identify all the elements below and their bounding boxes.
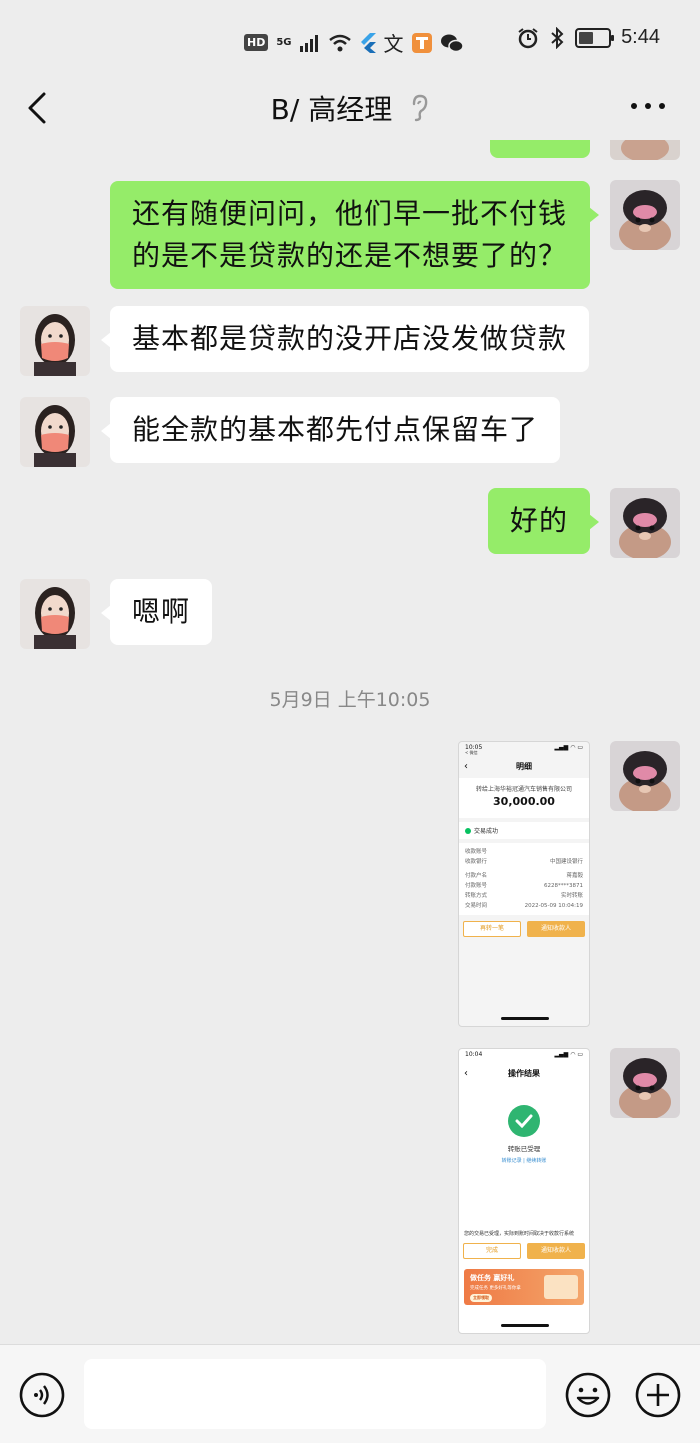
message-text: 嗯啊 xyxy=(132,595,191,628)
thumb-result: 转账已受理 xyxy=(507,1145,541,1153)
chat-header: B/ 高经理 xyxy=(0,78,700,140)
chat-area[interactable]: 还有随便问问，他们早一批不付钱 的是不是贷款的还是不想要了的？ 基本都是贷款的没… xyxy=(0,140,700,1344)
chat-title: B/ 高经理 xyxy=(270,93,393,126)
thumb-done-button: 完成 xyxy=(463,1243,521,1259)
row-label: 付款账号 xyxy=(465,883,488,889)
message-text: 还有随便问问，他们早一批不付钱 xyxy=(132,197,568,230)
thumb-result-links: 转账记录 | 继续转账 xyxy=(501,1158,547,1164)
row-label: 转账方式 xyxy=(465,893,488,899)
thumb-amount-card: 转给上海华裕冠通汽车销售有限公司 30,000.00 xyxy=(459,778,589,818)
thumb-row: 交易时间 2022-05-09 10:04:19 xyxy=(465,901,583,911)
wifi-icon xyxy=(328,34,351,51)
row-value: 6228****3871 xyxy=(544,883,583,889)
ear-icon xyxy=(413,94,428,122)
thumb-payee: 转给上海华裕冠通汽车销售有限公司 xyxy=(475,786,572,793)
thumb-notify-button: 通知收款人 xyxy=(527,921,585,937)
my-avatar[interactable] xyxy=(610,488,680,558)
message-bubble-me[interactable]: 还有随便问问，他们早一批不付钱 的是不是贷款的还是不想要了的？ xyxy=(110,181,599,289)
thumb-promo-banner: 做任务 赢好礼 完成任务 更多好礼等你拿 立即领取 xyxy=(464,1269,584,1305)
thumb-status-icons: ▂▄▆ ◠ ▭ xyxy=(554,1051,583,1058)
thumb-row: 付款账号 6228****3871 xyxy=(465,881,583,891)
thumb-note: 您的交易已受理，实际到账时间取决于收款行系统 xyxy=(464,1231,575,1237)
thumb-title: 明细 xyxy=(516,762,532,771)
message-input[interactable] xyxy=(84,1359,546,1429)
success-dot-icon xyxy=(465,827,471,834)
row-value: 2022-05-09 10:04:19 xyxy=(524,903,583,909)
success-check-icon xyxy=(508,1105,540,1137)
thumb-details: 收款账号 收款银行 中国建设银行 付款户名 蒋嘉毅 付款账号 6228****3871… xyxy=(459,843,589,915)
flutter-icon xyxy=(360,32,376,53)
hd-badge: HD xyxy=(244,34,269,51)
banner-button: 立即领取 xyxy=(470,1294,492,1302)
row-label: 收款银行 xyxy=(465,859,488,865)
wechat-icon xyxy=(440,34,464,52)
network-type: 5G xyxy=(276,36,292,48)
thumb-transfer-again-button: 再转一笔 xyxy=(463,921,521,937)
translate-icon: 文 xyxy=(383,32,404,56)
message-bubble-them[interactable]: 嗯啊 xyxy=(100,579,213,645)
thumb-header: ‹ 明细 xyxy=(459,756,589,778)
thumb-header: ‹ 操作结果 xyxy=(459,1063,589,1085)
message-text: 的是不是贷款的还是不想要了的？ xyxy=(132,239,568,272)
thumb-success-row: 交易成功 xyxy=(465,826,583,835)
contact-avatar[interactable] xyxy=(20,579,90,649)
message-text: 基本都是贷款的没开店没发做贷款 xyxy=(132,322,568,355)
row-value: 实时转账 xyxy=(560,893,583,899)
signal-icon xyxy=(299,34,318,52)
contact-avatar[interactable] xyxy=(20,306,90,376)
emoji-icon[interactable] xyxy=(564,1371,612,1419)
row-label: 付款户名 xyxy=(465,873,488,879)
thumb-row: 付款户名 蒋嘉毅 xyxy=(465,871,583,881)
bluetooth-icon xyxy=(551,26,564,49)
input-bar xyxy=(0,1344,700,1443)
thumb-home-indicator xyxy=(501,1017,549,1020)
thumb-back-icon: ‹ xyxy=(464,761,468,772)
my-avatar[interactable] xyxy=(610,1048,680,1118)
my-avatar[interactable] xyxy=(610,180,680,250)
row-label: 收款账号 xyxy=(465,849,488,855)
message-bubble-them[interactable]: 基本都是贷款的没开店没发做贷款 xyxy=(100,306,590,372)
my-avatar[interactable] xyxy=(610,741,680,811)
thumb-time: 10:04 xyxy=(465,1051,483,1058)
app-icon xyxy=(411,32,432,53)
thumb-home-indicator xyxy=(501,1324,549,1327)
image-message-transfer-result[interactable]: 10:04 ▂▄▆ ◠ ▭ ‹ 操作结果 转账已受理 转账记录 | 继续转账 您… xyxy=(458,1048,590,1334)
row-label: 交易时间 xyxy=(465,903,488,909)
message-bubble-them[interactable]: 能全款的基本都先付点保留车了 xyxy=(100,397,561,463)
thumb-amount: 30,000.00 xyxy=(493,795,555,808)
row-value: 中国建设银行 xyxy=(549,859,583,865)
previous-message-bubble xyxy=(490,140,590,158)
message-timestamp: 5月9日 上午10:05 xyxy=(269,689,431,711)
status-time: 5:44 xyxy=(621,26,660,48)
status-bar: HD 5G 文 5:44 xyxy=(0,0,700,78)
my-avatar[interactable] xyxy=(610,140,680,160)
thumb-status-icons: ▂▄▆ ◠ ▭ xyxy=(554,744,583,751)
voice-icon[interactable] xyxy=(18,1371,66,1419)
thumb-status-bar: 10:04 ▂▄▆ ◠ ▭ xyxy=(459,1049,589,1063)
alarm-icon xyxy=(518,27,538,48)
thumb-row: 转账方式 实时转账 xyxy=(465,891,583,901)
thumb-back-icon: ‹ xyxy=(464,1068,468,1079)
message-text: 好的 xyxy=(509,504,568,537)
more-icon[interactable] xyxy=(628,96,668,116)
message-text: 能全款的基本都先付点保留车了 xyxy=(132,413,539,446)
thumb-row: 收款银行 中国建设银行 xyxy=(465,857,583,867)
thumb-notify-button: 通知收款人 xyxy=(527,1243,585,1259)
thumb-row: 收款账号 xyxy=(465,847,583,857)
thumb-buttons: 再转一笔 通知收款人 xyxy=(459,915,589,943)
thumb-status-card: 交易成功 xyxy=(459,822,589,839)
thumb-status: 交易成功 xyxy=(474,828,499,835)
message-bubble-me[interactable]: 好的 xyxy=(487,488,600,554)
row-value: 蒋嘉毅 xyxy=(566,873,583,879)
image-message-transfer-detail[interactable]: 10:05 ▂▄▆ ◠ ▭ < 微信 ‹ 明细 转给上海华裕冠通汽车销售有限公司… xyxy=(458,741,590,1027)
thumb-buttons: 完成 通知收款人 xyxy=(459,1237,589,1265)
gift-icon xyxy=(544,1275,578,1299)
thumb-title: 操作结果 xyxy=(508,1069,540,1078)
battery-icon xyxy=(575,27,615,48)
plus-icon[interactable] xyxy=(634,1371,682,1419)
contact-avatar[interactable] xyxy=(20,397,90,467)
